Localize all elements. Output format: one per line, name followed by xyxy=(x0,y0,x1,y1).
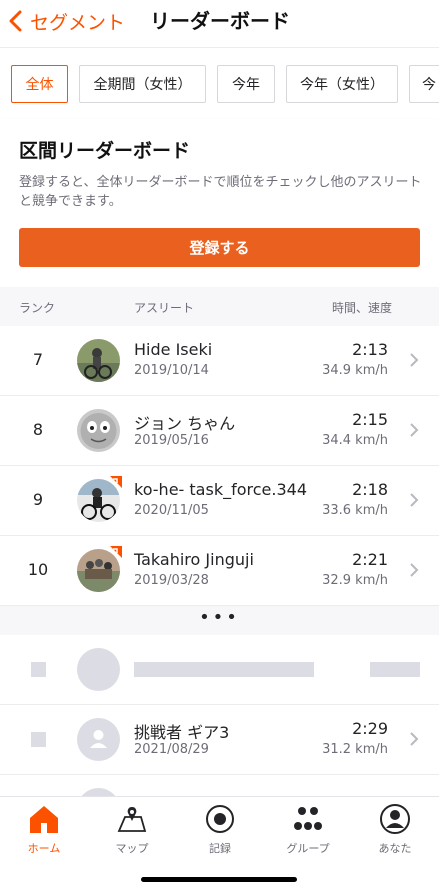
effort-time: 2:15 xyxy=(352,410,388,429)
nav-groups-label: グループ xyxy=(286,842,330,855)
filter-this-year[interactable]: 今年 xyxy=(217,65,275,103)
athlete-name: Takahiro Jinguji xyxy=(134,550,254,569)
nav-record[interactable]: 記録 xyxy=(176,803,264,859)
athlete-name: Hide Iseki xyxy=(134,340,213,359)
avatar xyxy=(77,339,120,382)
rank: 8 xyxy=(32,420,44,439)
filter-more[interactable]: 今 xyxy=(409,65,439,103)
rank: 9 xyxy=(32,490,44,509)
challenger-row[interactable]: 挑戦者 ギア3 2021/08/29 2:29 31.2 km/h xyxy=(0,705,439,775)
nav-home-label: ホーム xyxy=(27,842,61,855)
avatar xyxy=(77,409,120,452)
placeholder-row xyxy=(0,775,439,831)
chevron-right-icon xyxy=(410,353,419,367)
effort-speed: 32.9 km/h xyxy=(322,573,388,588)
promo-description: 登録すると、全体リーダーボードで順位をチェックし他のアスリートと競争できます。 xyxy=(19,175,422,209)
nav-you[interactable]: あなた xyxy=(351,803,439,859)
effort-speed: 34.9 km/h xyxy=(322,363,388,378)
chevron-right-icon xyxy=(410,493,419,507)
athlete-name: ジョン ちゃん xyxy=(134,414,236,433)
placeholder-name xyxy=(134,662,314,677)
subscribe-button[interactable]: 登録する xyxy=(19,228,420,267)
challenger-avatar xyxy=(77,718,120,761)
effort-speed: 33.6 km/h xyxy=(322,503,388,518)
profile-icon xyxy=(380,804,410,834)
back-button[interactable]: セグメント xyxy=(8,6,125,36)
rank: 7 xyxy=(32,350,44,369)
filter-tabs: 全体 全期間（女性） 今年 今年（女性） 今 xyxy=(0,47,439,119)
nav-record-label: 記録 xyxy=(209,842,231,855)
effort-date: 2019/03/28 xyxy=(134,573,209,588)
leaderboard-row[interactable]: 7 Hide Iseki 2019/10/14 2:13 34.9 km/h xyxy=(0,326,439,396)
filter-all-time-women[interactable]: 全期間（女性） xyxy=(79,65,206,103)
subscriber-badge-icon xyxy=(110,476,122,488)
home-icon xyxy=(30,806,58,833)
chevron-left-icon xyxy=(9,10,22,32)
chevron-right-icon xyxy=(410,423,419,437)
col-athlete: アスリート xyxy=(134,301,195,315)
athlete-name: 挑戦者 ギア3 xyxy=(134,723,230,742)
challenger-rank-placeholder xyxy=(31,732,46,747)
groups-icon xyxy=(294,807,322,830)
placeholder-avatar xyxy=(77,648,120,691)
person-icon xyxy=(90,730,107,748)
page-title: リーダーボード xyxy=(150,9,290,33)
nav-maps[interactable]: マップ xyxy=(88,803,176,859)
effort-time: 2:18 xyxy=(352,480,388,499)
placeholder-row xyxy=(0,635,439,705)
map-icon xyxy=(117,807,147,832)
athlete-name: ko-he- task_force.344 xyxy=(134,480,307,499)
effort-date: 2019/10/14 xyxy=(134,363,209,378)
chevron-right-icon xyxy=(410,732,419,746)
filter-overall[interactable]: 全体 xyxy=(11,65,68,103)
promo-title: 区間リーダーボード xyxy=(19,140,191,162)
subscriber-badge-icon xyxy=(110,546,122,558)
table-header: ランク アスリート 時間、速度 xyxy=(0,287,439,326)
home-indicator[interactable] xyxy=(141,877,297,882)
nav-header: セグメント リーダーボード xyxy=(0,0,439,44)
effort-time: 2:29 xyxy=(352,719,388,738)
leaderboard-row[interactable]: 10 Takahiro Jinguji 2019/03/28 2:21 32.9… xyxy=(0,536,439,606)
back-label: セグメント xyxy=(30,11,126,34)
effort-date: 2021/08/29 xyxy=(134,742,209,757)
effort-date: 2019/05/16 xyxy=(134,433,209,448)
effort-time: 2:13 xyxy=(352,340,388,359)
nav-home[interactable]: ホーム xyxy=(0,803,88,859)
col-rank: ランク xyxy=(19,301,56,315)
placeholder-time xyxy=(370,662,420,677)
effort-speed: 31.2 km/h xyxy=(322,742,388,757)
leaderboard-promo: 区間リーダーボード 登録すると、全体リーダーボードで順位をチェックし他のアスリー… xyxy=(0,119,439,287)
nav-maps-label: マップ xyxy=(115,842,149,855)
effort-speed: 34.4 km/h xyxy=(322,433,388,448)
nav-you-label: あなた xyxy=(378,842,412,855)
placeholder-rank xyxy=(31,662,46,677)
leaderboard-row[interactable]: 8 ジョン ちゃん 2019/05/16 2:15 34.4 km/h xyxy=(0,396,439,466)
col-time-speed: 時間、速度 xyxy=(331,301,392,315)
rank: 10 xyxy=(27,560,49,579)
record-icon xyxy=(206,805,234,833)
nav-groups[interactable]: グループ xyxy=(264,803,352,859)
chevron-right-icon xyxy=(410,563,419,577)
leaderboard-row[interactable]: 9 ko-he- task_force.344 2020/11/05 2:18 … xyxy=(0,466,439,536)
effort-time: 2:21 xyxy=(352,550,388,569)
more-indicator: ••• xyxy=(0,606,439,635)
filter-this-year-women[interactable]: 今年（女性） xyxy=(286,65,398,103)
effort-date: 2020/11/05 xyxy=(134,503,209,518)
